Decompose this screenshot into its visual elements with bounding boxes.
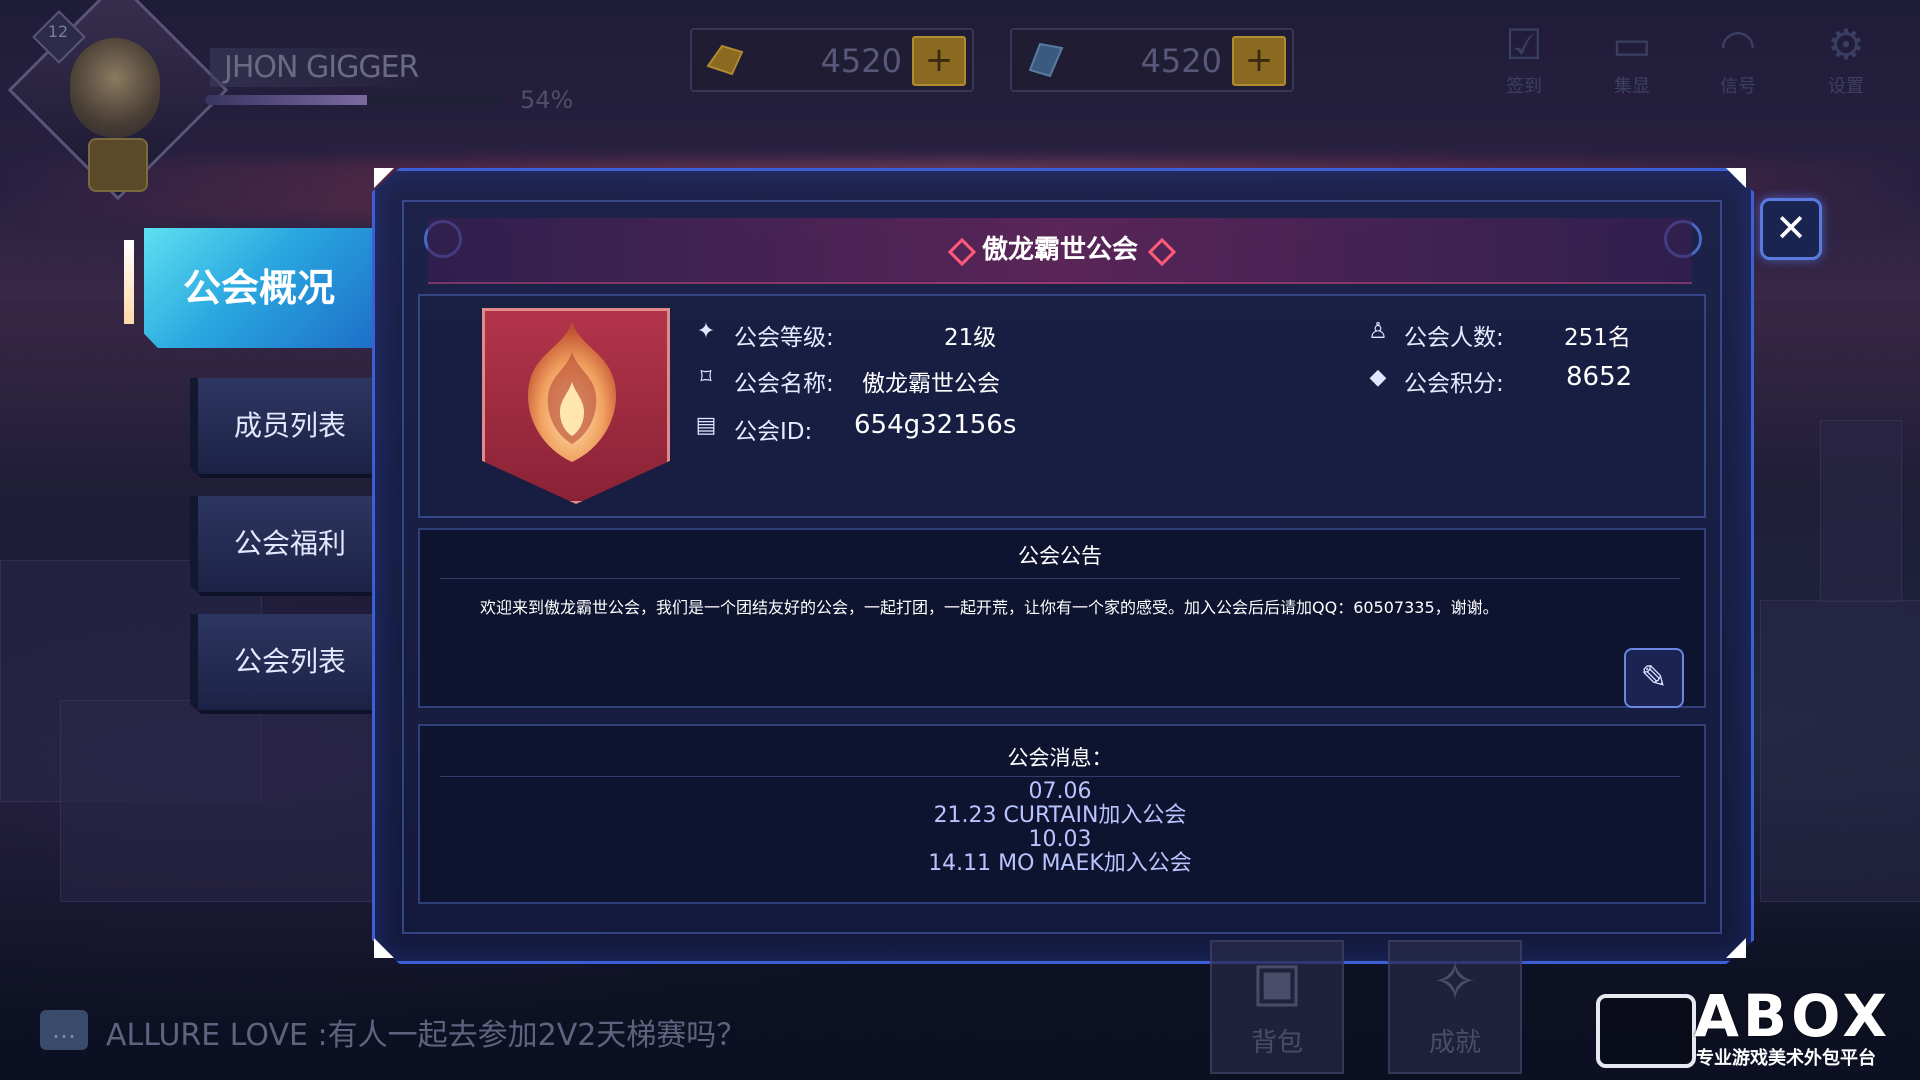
guild-name-value: 傲龙霸世公会 [862,371,1000,397]
add-crystal-button[interactable]: + [1232,36,1286,86]
crystal-icon [1028,42,1064,78]
backpack-icon: ▣ [1251,950,1303,1013]
divider [440,578,1680,579]
diamond-gem-icon: ◆ [1369,365,1387,390]
panel-corner [374,168,394,188]
bookmark-icon: ⌑ [700,365,712,390]
signal-label: 信号 [1720,76,1756,97]
tv-icon: ▭ [1612,20,1652,69]
close-button[interactable]: ✕ [1760,198,1822,260]
panel-corner [1726,168,1746,188]
settings-button[interactable]: ⚙ 设置 [1806,18,1886,108]
guild-id-label: 公会ID: [734,419,813,445]
currency-crystal-value: 4520 [1140,42,1222,80]
close-icon: ✕ [1775,206,1807,250]
tab-member-list-label[interactable]: 成员列表 [198,378,382,474]
chat-message: ALLURE LOVE :有人一起去参加2V2天梯赛吗？ [106,1018,747,1053]
guild-id-value: 654g32156s [854,410,1017,440]
guild-points-value: 8652 [1566,362,1633,392]
chat-bar[interactable]: … ALLURE LOVE :有人一起去参加2V2天梯赛吗？ [40,1002,820,1064]
wifi-icon: ◠ [1719,20,1757,69]
tab-guild-list[interactable]: 公会列表 [190,614,382,714]
watermark-subtitle: 专业游戏美术外包平台 [1696,1048,1876,1069]
guild-messages-list[interactable]: 07.06 21.23 CURTAIN加入公会 10.03 14.11 MO M… [418,780,1702,894]
dock-bag-label: 背包 [1250,1028,1303,1058]
divider [440,776,1680,777]
message-line: 07.06 [1028,780,1092,804]
player-name: JHON GIGGER [210,48,433,87]
message-line: 14.11 MO MAEK加入公会 [928,851,1192,876]
panel-title: 傲龙霸世公会 [981,235,1138,265]
checkin-label: 签到 [1506,76,1542,97]
guild-points-label: 公会积分: [1404,371,1504,397]
collect-label: 集显 [1614,76,1650,97]
avatar[interactable] [70,38,160,138]
dock-achievement-button[interactable]: ✧ 成就 [1388,940,1522,1074]
checkin-button[interactable]: ☑ 签到 [1484,18,1564,108]
collect-button[interactable]: ▭ 集显 [1592,18,1672,108]
guild-level-value: 21级 [944,325,997,351]
crown-star-icon: ✦ [696,319,716,344]
message-line: 10.03 [1028,827,1092,852]
guild-notice-text: 欢迎来到傲龙霸世公会，我们是一个团结友好的公会，一起打团，一起开荒，让你有一个家… [480,598,1499,617]
edit-notice-button[interactable]: ✎ [1624,648,1684,708]
player-level: 12 [47,22,69,41]
panel-corner [1726,938,1746,958]
guild-members-value: 251名 [1564,325,1631,351]
guild-name-label: 公会名称: [734,371,834,397]
tab-guild-list-label[interactable]: 公会列表 [198,614,382,710]
gold-ingot-icon [706,44,744,76]
phoenix-flame-icon [527,322,617,462]
rank-badge-icon [88,138,148,192]
person-icon: ♙ [1368,319,1388,344]
abox-logo [1596,994,1696,1068]
add-gold-button[interactable]: + [912,36,966,86]
guild-messages-title: 公会消息： [1007,746,1113,770]
guild-level-label: 公会等级: [734,325,834,351]
trophy-icon: ✧ [1432,950,1478,1013]
currency-gold-value: 4520 [820,42,902,80]
dock-achievement-label: 成就 [1428,1028,1481,1058]
xp-bar-fill [205,95,367,105]
xp-bar [205,95,505,105]
id-card-icon: ▤ [695,413,717,438]
chat-bubble-icon: … [40,1010,88,1050]
guild-members-label: 公会人数: [1404,325,1504,351]
tab-member-list[interactable]: 成员列表 [190,378,382,478]
dock-bag-button[interactable]: ▣ 背包 [1210,940,1344,1074]
message-line: 21.23 CURTAIN加入公会 [933,803,1187,828]
tab-guild-benefits-label[interactable]: 公会福利 [198,496,382,592]
currency-gold: 4520 + [690,28,974,92]
edit-icon: ✎ [1640,658,1668,696]
currency-crystal: 4520 + [1010,28,1294,92]
calendar-check-icon: ☑ [1505,20,1543,69]
nav-active-marker [124,240,134,324]
panel-corner [374,938,394,958]
gear-icon: ⚙ [1827,20,1865,69]
tab-guild-benefits[interactable]: 公会福利 [190,496,382,596]
xp-percent: 54% [520,86,574,114]
settings-label: 设置 [1828,76,1864,97]
watermark-brand: ABOX [1694,982,1892,1050]
guild-notice-title: 公会公告 [1018,544,1102,568]
watermark: ABOX 专业游戏美术外包平台 [1596,982,1906,1069]
signal-button[interactable]: ◠ 信号 [1698,18,1778,108]
tab-guild-overview-label[interactable]: 公会概况 [144,228,374,348]
